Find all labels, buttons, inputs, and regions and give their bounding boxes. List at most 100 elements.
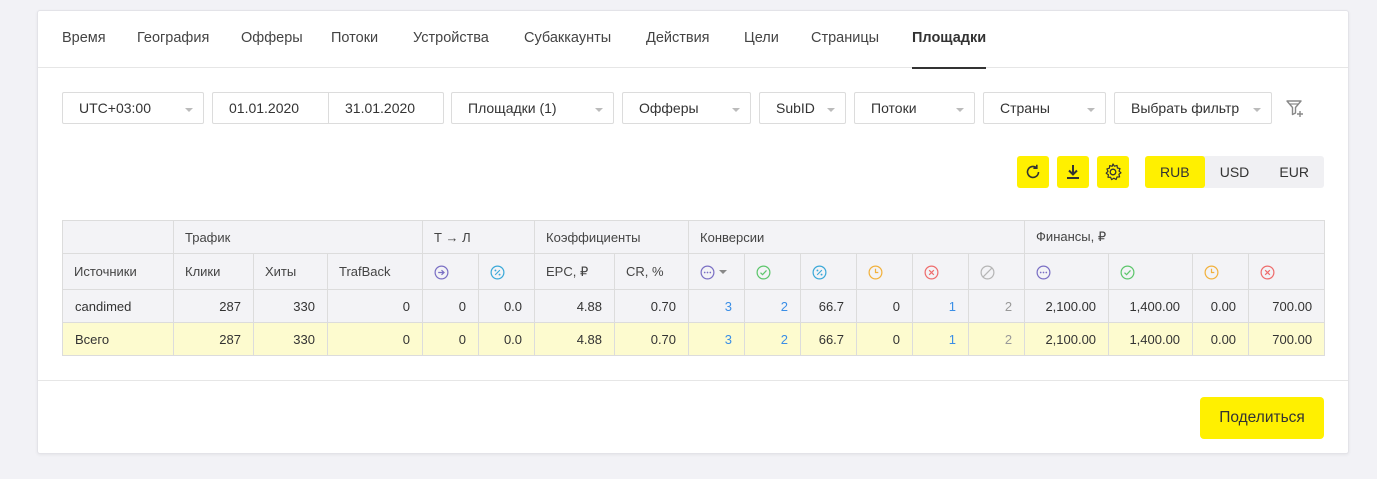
row-total-label: Всего [62,322,174,356]
cross-circle-icon [1260,265,1275,280]
col-conv-percent[interactable] [800,253,858,290]
date-from-field[interactable]: 01.01.2020 [213,93,328,123]
col-fin-rejected[interactable] [1248,253,1326,290]
col-conv-pending[interactable] [856,253,914,290]
cell-conv-percent: 66.7 [800,322,858,356]
currency-rub[interactable]: RUB [1145,156,1205,188]
check-circle-icon [756,265,771,280]
col-conv-all[interactable] [688,253,746,290]
group-tl: Т → Л [421,220,536,254]
cell-tl-transitions: 0 [422,322,479,356]
col-epc[interactable]: EPC, ₽ [534,253,616,290]
filter-add-icon[interactable] [1284,97,1306,119]
tab-subaccounts[interactable]: Субаккаунты [524,11,611,68]
ban-icon [980,265,995,280]
col-conv-approved[interactable] [744,253,802,290]
col-tl-percent[interactable] [477,253,536,290]
cell-fin-rejected: 700.00 [1248,289,1326,323]
divider [38,380,1348,381]
share-button[interactable]: Поделиться [1200,397,1324,439]
date-range-picker[interactable]: 01.01.2020 31.01.2020 [212,92,444,124]
tab-sites[interactable]: Площадки [912,11,987,69]
col-fin-approved[interactable] [1108,253,1194,290]
tab-streams[interactable]: Потоки [331,11,378,68]
cell-fin-rejected: 700.00 [1248,322,1326,356]
col-tl-transitions[interactable] [422,253,479,290]
chevron-down-icon [956,108,964,112]
choose-filter-select[interactable]: Выбрать фильтр [1114,92,1272,124]
col-conv-rejected[interactable] [912,253,970,290]
clock-icon [1204,265,1219,280]
refresh-button[interactable] [1017,156,1049,188]
cell-epc: 4.88 [534,289,616,323]
currency-switch: RUB USD EUR [1145,156,1324,188]
subid-select[interactable]: SubID [759,92,846,124]
percent-circle-icon [490,265,505,280]
chevron-down-icon [595,108,603,112]
chevron-down-icon [827,108,835,112]
cell-conv-rejected[interactable]: 1 [912,322,970,356]
download-icon [1067,165,1079,179]
cell-fin-all: 2,100.00 [1024,289,1110,323]
col-clicks[interactable]: Клики [173,253,254,290]
tab-time[interactable]: Время [62,11,106,68]
col-conv-cancelled[interactable] [968,253,1026,290]
countries-select[interactable]: Страны [983,92,1106,124]
tabs-bar: Время География Офферы Потоки Устройства… [38,11,1348,69]
download-button[interactable] [1057,156,1089,188]
sites-value: Площадки (1) [468,100,557,116]
cell-tl-percent: 0.0 [477,322,536,356]
cell-tl-percent: 0.0 [477,289,536,323]
cell-conv-pending: 0 [856,289,914,323]
cell-hits: 330 [253,322,328,356]
cell-fin-approved: 1,400.00 [1108,322,1194,356]
settings-button[interactable] [1097,156,1129,188]
table-row: candimed 287 330 0 0 0.0 4.88 0.70 3 2 6… [62,289,1326,323]
cell-conv-approved[interactable]: 2 [744,322,802,356]
cell-cr: 0.70 [614,289,690,323]
tab-geography[interactable]: География [137,11,209,68]
cell-fin-all: 2,100.00 [1024,322,1110,356]
group-finance: Финансы, ₽ [1024,220,1326,254]
offers-select[interactable]: Офферы [622,92,751,124]
col-cr[interactable]: CR, % [614,253,690,290]
percent-circle-icon [812,265,827,280]
col-hits[interactable]: Хиты [253,253,328,290]
timezone-select[interactable]: UTC+03:00 [62,92,204,124]
dots-circle-icon [700,265,715,280]
dots-circle-icon [1036,265,1051,280]
tab-actions[interactable]: Действия [646,11,710,68]
col-trafback[interactable]: TrafBack [327,253,423,290]
timezone-value: UTC+03:00 [79,100,151,116]
cross-circle-icon [924,265,939,280]
group-coefficients: Коэффициенты [534,220,690,254]
date-to-field[interactable]: 31.01.2020 [328,93,443,123]
cell-conv-percent: 66.7 [800,289,858,323]
cell-conv-all[interactable]: 3 [688,322,746,356]
chevron-down-icon [185,108,193,112]
cell-conv-approved[interactable]: 2 [744,289,802,323]
cell-clicks: 287 [173,289,254,323]
row-source-name: candimed [62,289,174,323]
currency-usd[interactable]: USD [1205,156,1265,188]
chevron-down-icon [1253,108,1261,112]
check-circle-icon [1120,265,1135,280]
offers-value: Офферы [639,100,699,116]
currency-eur[interactable]: EUR [1264,156,1324,188]
col-sources[interactable]: Источники [62,253,174,290]
col-fin-pending[interactable] [1192,253,1250,290]
clock-icon [868,265,883,280]
cell-conv-all[interactable]: 3 [688,289,746,323]
cell-trafback: 0 [327,322,423,356]
col-fin-all[interactable] [1024,253,1110,290]
countries-value: Страны [1000,100,1050,116]
tab-devices[interactable]: Устройства [413,11,489,68]
arrow-circle-icon [434,265,449,280]
tab-offers[interactable]: Офферы [241,11,303,68]
streams-select[interactable]: Потоки [854,92,975,124]
tab-goals[interactable]: Цели [744,11,779,68]
tab-pages[interactable]: Страницы [811,11,879,68]
cell-fin-pending: 0.00 [1192,289,1250,323]
sites-select[interactable]: Площадки (1) [451,92,614,124]
cell-conv-rejected[interactable]: 1 [912,289,970,323]
